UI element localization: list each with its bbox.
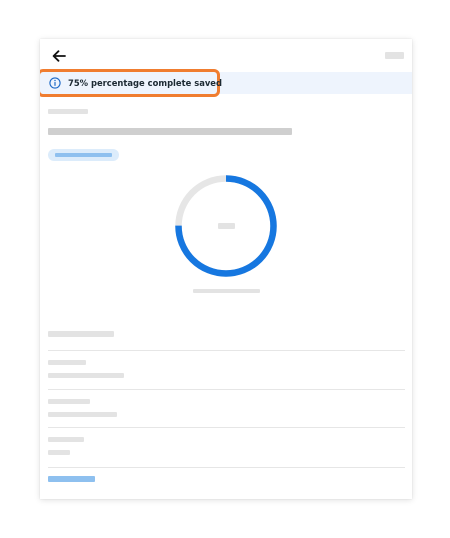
- row-label-placeholder: [48, 360, 86, 365]
- title-placeholder: [48, 128, 292, 135]
- detail-card: 75% percentage complete saved: [40, 39, 412, 499]
- divider: [48, 389, 405, 390]
- saved-banner: 75% percentage complete saved: [40, 69, 412, 97]
- info-icon: [49, 77, 61, 89]
- arrow-left-icon: [52, 50, 66, 62]
- top-bar: [40, 39, 412, 71]
- section-heading-placeholder: [48, 331, 114, 337]
- banner-message: 75% percentage complete saved: [68, 78, 222, 88]
- progress-caption-placeholder: [193, 289, 260, 293]
- row-label-placeholder: [48, 399, 90, 404]
- status-chip-label-placeholder: [55, 153, 112, 157]
- divider: [48, 467, 405, 468]
- back-button[interactable]: [50, 47, 68, 65]
- divider: [48, 350, 405, 351]
- footer-link-placeholder[interactable]: [48, 476, 95, 482]
- header-action-placeholder: [385, 52, 404, 59]
- banner-content: 75% percentage complete saved: [49, 74, 222, 92]
- progress-value-placeholder: [218, 223, 235, 229]
- status-chip: [48, 149, 119, 161]
- divider: [48, 427, 405, 428]
- row-value-placeholder: [48, 450, 70, 455]
- eyebrow-placeholder: [48, 109, 88, 114]
- row-value-placeholder: [48, 412, 117, 417]
- row-value-placeholder: [48, 373, 124, 378]
- row-label-placeholder: [48, 437, 84, 442]
